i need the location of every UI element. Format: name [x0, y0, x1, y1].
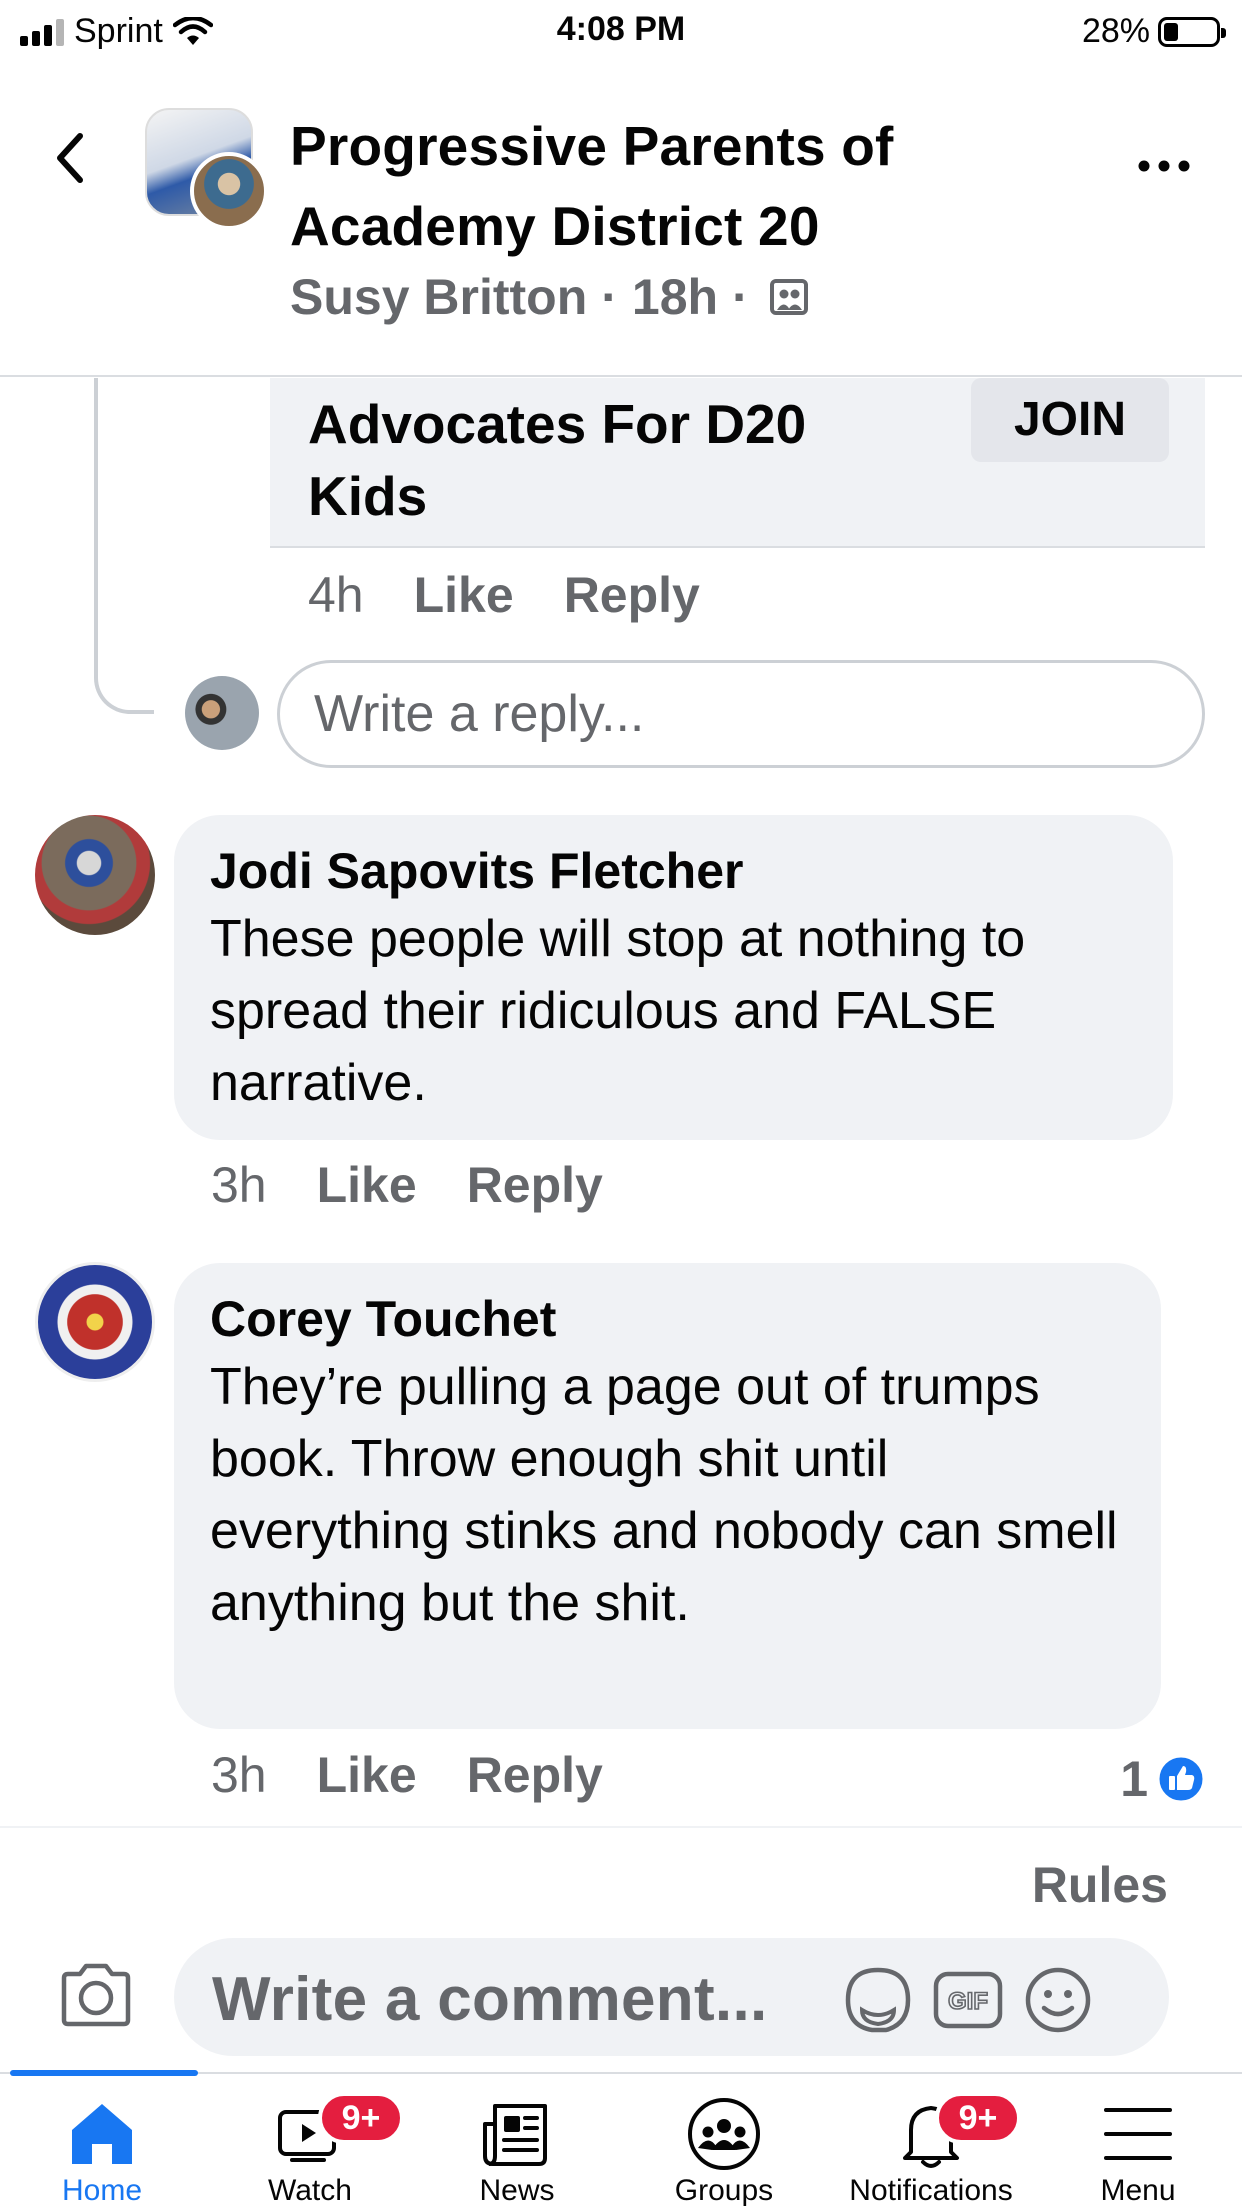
- like-button[interactable]: Like: [317, 1156, 417, 1214]
- status-bar: Sprint 4:08 PM 28%: [0, 0, 1242, 62]
- more-options-icon[interactable]: [1136, 146, 1192, 186]
- tab-label: News: [479, 2174, 555, 2207]
- svg-text:GIF: GIF: [948, 1988, 988, 2015]
- post-header: Progressive Parents of Academy District …: [0, 62, 1242, 377]
- reaction-count-number: 1: [1120, 1751, 1148, 1807]
- tab-notifications[interactable]: Notifications 9+: [831, 2092, 1031, 2207]
- rules-link[interactable]: Rules: [1032, 1856, 1168, 1914]
- meta-separator: ·: [601, 269, 618, 325]
- comment-bubble: Corey Touchet They’re pulling a page out…: [174, 1263, 1161, 1729]
- tab-news[interactable]: News: [417, 2094, 617, 2207]
- like-reaction-icon: [1156, 1754, 1206, 1804]
- back-chevron-icon[interactable]: [50, 128, 90, 188]
- tab-menu[interactable]: Menu: [1038, 2094, 1238, 2207]
- like-button[interactable]: Like: [317, 1746, 417, 1804]
- sticker-icon[interactable]: [842, 1964, 914, 2036]
- tab-label: Groups: [674, 2174, 774, 2207]
- comment-text: They’re pulling a page out of trumps boo…: [210, 1358, 1118, 1632]
- comment-actions: 3h Like Reply: [211, 1156, 653, 1214]
- post-author[interactable]: Susy Britton: [290, 268, 587, 326]
- active-tab-indicator: [10, 2070, 198, 2076]
- group-title[interactable]: Progressive Parents of Academy District …: [290, 106, 1050, 266]
- tab-groups[interactable]: Groups: [624, 2094, 824, 2207]
- camera-icon[interactable]: [58, 1962, 134, 2028]
- groups-icon: [688, 2098, 760, 2170]
- reply-button[interactable]: Reply: [467, 1746, 603, 1804]
- battery-icon: [1158, 16, 1226, 47]
- reply-time: 4h: [308, 567, 364, 623]
- comment-author[interactable]: Corey Touchet: [210, 1287, 1125, 1351]
- group-audience-icon: [769, 279, 808, 315]
- join-button[interactable]: JOIN: [971, 378, 1169, 462]
- post-meta: Susy Britton · 18h ·: [290, 268, 809, 326]
- gif-icon[interactable]: GIF: [932, 1964, 1004, 2036]
- post-age: 18h: [631, 269, 719, 325]
- comment-actions: 3h Like Reply: [211, 1746, 653, 1804]
- clock: 4:08 PM: [556, 10, 686, 48]
- group-card-title[interactable]: Advocates For D20 Kids: [308, 388, 908, 532]
- comment-text: These people will stop at nothing to spr…: [210, 910, 1026, 1112]
- reply-button[interactable]: Reply: [564, 566, 700, 624]
- reply-thread-line: [94, 378, 154, 714]
- notification-badge: 9+: [935, 2092, 1021, 2144]
- tab-label: Notifications: [849, 2174, 1013, 2207]
- home-icon: [72, 2104, 132, 2164]
- meta-separator: ·: [732, 269, 749, 325]
- bottom-tab-bar: Home Watch 9+ News Groups Notifications …: [0, 2070, 1242, 2208]
- menu-icon: [1104, 2108, 1172, 2160]
- like-button[interactable]: Like: [414, 566, 514, 624]
- reply-actions: 4h Like Reply: [308, 566, 750, 624]
- reply-button[interactable]: Reply: [467, 1156, 603, 1214]
- emoji-icon[interactable]: [1022, 1964, 1094, 2036]
- news-icon: [483, 2104, 547, 2166]
- reaction-count[interactable]: 1: [1120, 1750, 1206, 1808]
- composer-divider: [0, 1826, 1242, 1828]
- group-link-card[interactable]: Advocates For D20 Kids JOIN: [270, 378, 1205, 548]
- comment-time: 3h: [211, 1157, 267, 1213]
- poster-avatar[interactable]: [190, 152, 268, 230]
- comment-author[interactable]: Jodi Sapovits Fletcher: [210, 839, 1137, 903]
- comment-bubble: Jodi Sapovits Fletcher These people will…: [174, 815, 1173, 1140]
- tab-label: Home: [61, 2174, 143, 2207]
- commenter-avatar[interactable]: [35, 1262, 155, 1382]
- commenter-avatar[interactable]: [35, 815, 155, 935]
- user-avatar: [185, 676, 259, 750]
- notification-badge: 9+: [318, 2092, 404, 2144]
- tab-watch[interactable]: Watch 9+: [210, 2092, 410, 2207]
- tab-label: Watch: [268, 2174, 352, 2207]
- comment-placeholder: Write a comment...: [212, 1965, 768, 2034]
- tab-home[interactable]: Home: [2, 2094, 202, 2207]
- comment-time: 3h: [211, 1747, 267, 1803]
- comment-input[interactable]: Write a comment... GIF: [174, 1938, 1169, 2056]
- status-right: 28%: [1081, 12, 1226, 51]
- battery-percent: 28%: [1081, 12, 1150, 50]
- reply-input[interactable]: Write a reply...: [277, 660, 1205, 768]
- tab-label: Menu: [1100, 2174, 1176, 2207]
